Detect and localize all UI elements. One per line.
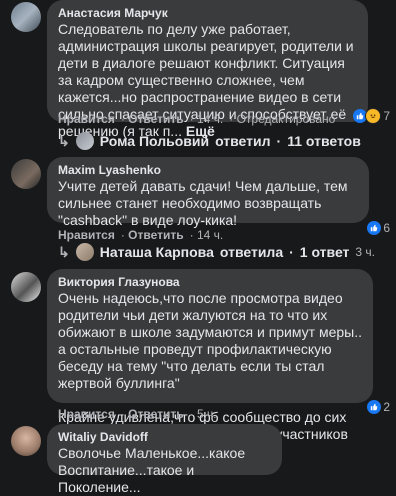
like-reaction-icon [367, 400, 382, 414]
reply-arrow-icon: ↳ [58, 132, 70, 149]
comment-text: Учите детей давать сдачи! Чем дальше, те… [58, 178, 348, 228]
reply-verb: ответила [219, 244, 284, 260]
reply-link[interactable]: Ответить [128, 112, 183, 126]
comment-author[interactable]: Witaliy Davidoff [58, 430, 271, 445]
timestamp[interactable]: 14 ч. [197, 112, 223, 126]
reactions-count: 6 [383, 221, 390, 235]
like-link[interactable]: Нравится [58, 228, 115, 242]
reply-arrow-icon: ↳ [58, 243, 70, 260]
edited-label: Отредактировано [236, 112, 336, 126]
comment-bubble: Witaliy Davidoff Сволочье Маленькое...ка… [47, 424, 282, 495]
like-link[interactable]: Нравится [58, 407, 115, 421]
reactions-count: 7 [383, 109, 390, 123]
reactions[interactable]: 2 [367, 400, 390, 414]
comment-actions: Нравится · Ответить · 14 ч. · Отредактирова… [58, 112, 336, 126]
avatar[interactable] [11, 159, 41, 189]
comment-bubble: Maxim Lyashenko Учите детей давать сдачи… [47, 157, 369, 228]
timestamp[interactable]: 14 ч. [197, 228, 223, 242]
reactions[interactable]: 6 [367, 221, 390, 235]
comment-actions: Нравится · Ответить · 14 ч. [58, 228, 224, 242]
replier-name: Наташа Карпова [99, 244, 214, 260]
timestamp[interactable]: 5 ч. [197, 407, 217, 421]
comment-author[interactable]: Виктория Глазунова [58, 275, 362, 290]
comment-author[interactable]: Анастасия Марчук [58, 6, 357, 21]
view-replies[interactable]: ↳ Наташа Карпова ответила · 1 ответ 3 ч. [58, 243, 375, 261]
haha-reaction-icon [365, 108, 382, 124]
comment-text: Сволочье Маленькое...какое Воспитание...… [58, 445, 246, 495]
like-link[interactable]: Нравится [58, 112, 115, 126]
avatar[interactable] [11, 426, 41, 456]
avatar [75, 243, 94, 261]
comment-bubble: Анастасия Марчук Следователь по делу уже… [47, 0, 368, 139]
comment-author[interactable]: Maxim Lyashenko [58, 163, 358, 178]
reply-link[interactable]: Ответить [128, 228, 183, 242]
replies-count: 1 ответ [299, 244, 350, 260]
replier-name: Рома Польовий [99, 133, 210, 149]
like-reaction-icon [367, 221, 382, 235]
reply-link[interactable]: Ответить [128, 407, 183, 421]
replies-count: 11 ответов [287, 133, 361, 149]
reactions-count: 2 [383, 400, 390, 414]
comment-bubble: Виктория Глазунова Очень надеюсь,что пос… [47, 269, 373, 442]
avatar[interactable] [11, 2, 41, 32]
reactions[interactable]: 7 [353, 108, 390, 124]
avatar[interactable] [11, 272, 41, 302]
comment-actions: Нравится · Ответить · 5 ч. [58, 407, 217, 421]
avatar [75, 132, 94, 150]
reply-verb: ответил [215, 133, 271, 149]
reply-time: 3 ч. [355, 245, 376, 259]
view-replies[interactable]: ↳ Рома Польовий ответил · 11 ответов [58, 132, 361, 150]
